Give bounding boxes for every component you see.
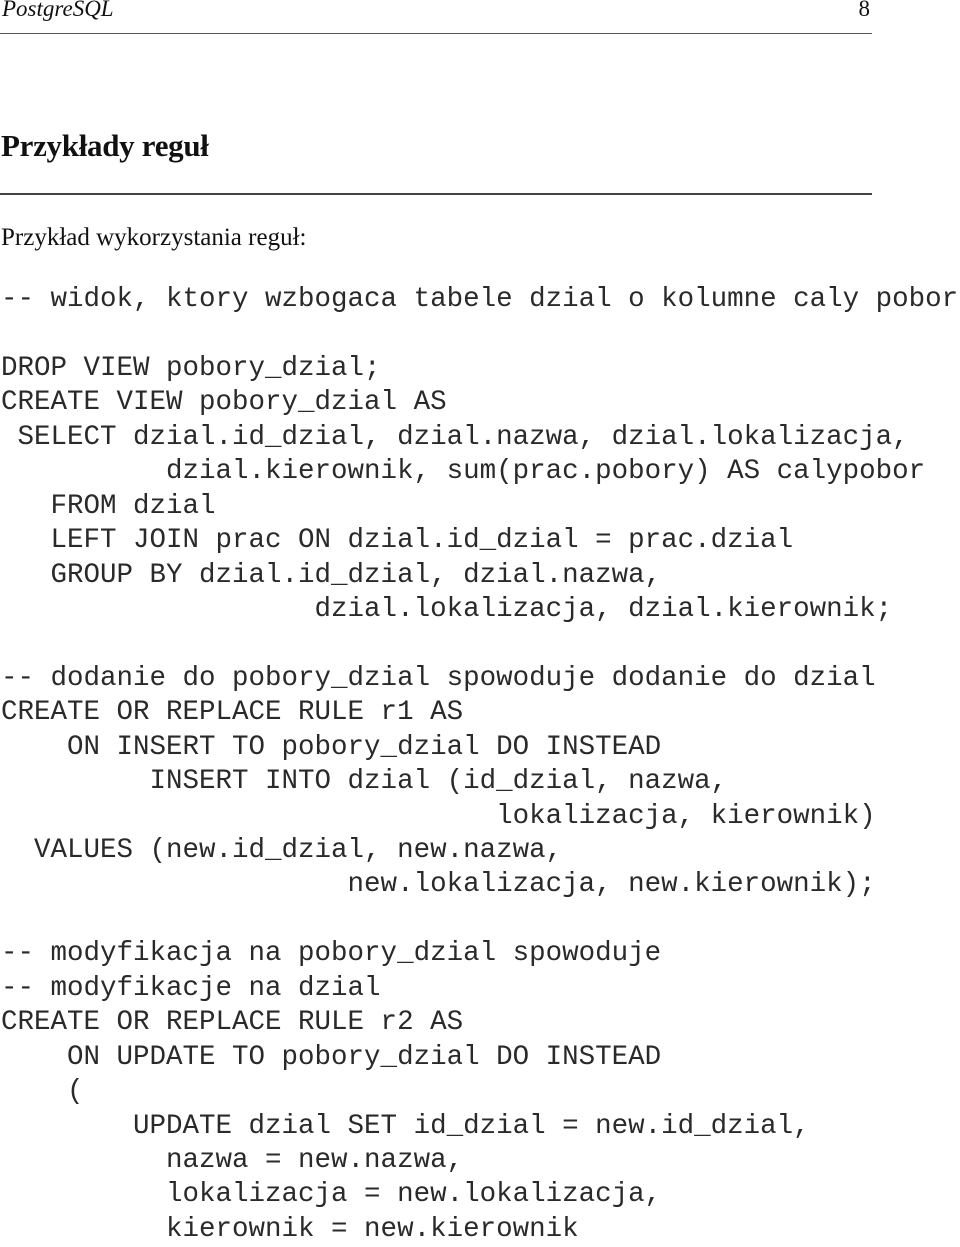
code-line: nazwa = new.nazwa,	[1, 1144, 464, 1176]
code-line: ON INSERT TO pobory_dzial DO INSTEAD	[1, 731, 662, 763]
code-line: UPDATE dzial SET id_dzial = new.id_dzial…	[1, 1110, 810, 1142]
intro-paragraph: Przykład wykorzystania reguł:	[1, 224, 307, 251]
code-line: (	[1, 1076, 84, 1108]
code-comment-line: -- dodanie do pobory_dzial spowoduje dod…	[1, 662, 876, 694]
code-line: CREATE OR REPLACE RULE r2 AS	[1, 1007, 464, 1039]
page-number: 8	[858, 0, 871, 21]
code-line: kierownik = new.kierownik	[1, 1213, 579, 1245]
running-header: PostgreSQL 8	[0, 0, 872, 34]
code-line: ON UPDATE TO pobory_dzial DO INSTEAD	[1, 1041, 662, 1073]
code-line: dzial.lokalizacja, dzial.kierownik;	[1, 593, 893, 625]
code-line: DROP VIEW pobory_dzial;	[1, 352, 381, 384]
code-line: dzial.kierownik, sum(prac.pobory) AS cal…	[1, 456, 926, 488]
running-title: PostgreSQL	[2, 0, 114, 21]
code-comment-line: -- modyfikacja na pobory_dzial spowoduje	[1, 938, 662, 970]
code-line: lokalizacja = new.lokalizacja,	[1, 1179, 662, 1211]
code-line: CREATE OR REPLACE RULE r1 AS	[1, 697, 464, 729]
code-comment-line: -- widok, ktory wzbogaca tabele dzial o …	[1, 284, 959, 315]
code-line: LEFT JOIN prac ON dzial.id_dzial = prac.…	[1, 525, 794, 557]
code-line: FROM dzial	[1, 490, 216, 522]
code-line: lokalizacja, kierownik)	[1, 800, 876, 832]
sql-code-block: -- widok, ktory wzbogaca tabele dzial o …	[1, 283, 958, 1247]
code-line: VALUES (new.id_dzial, new.nazwa,	[1, 835, 563, 866]
code-line: new.lokalizacja, new.kierownik);	[1, 869, 876, 901]
section-divider	[0, 193, 872, 195]
code-line: INSERT INTO dzial (id_dzial, nazwa,	[1, 766, 728, 798]
code-line: GROUP BY dzial.id_dzial, dzial.nazwa,	[1, 559, 662, 591]
code-line: CREATE VIEW pobory_dzial AS	[1, 387, 447, 419]
code-comment-line: -- modyfikacje na dzial	[1, 972, 381, 1004]
code-line: SELECT dzial.id_dzial, dzial.nazwa, dzia…	[1, 421, 909, 453]
section-title: Przykłady reguł	[1, 128, 209, 163]
